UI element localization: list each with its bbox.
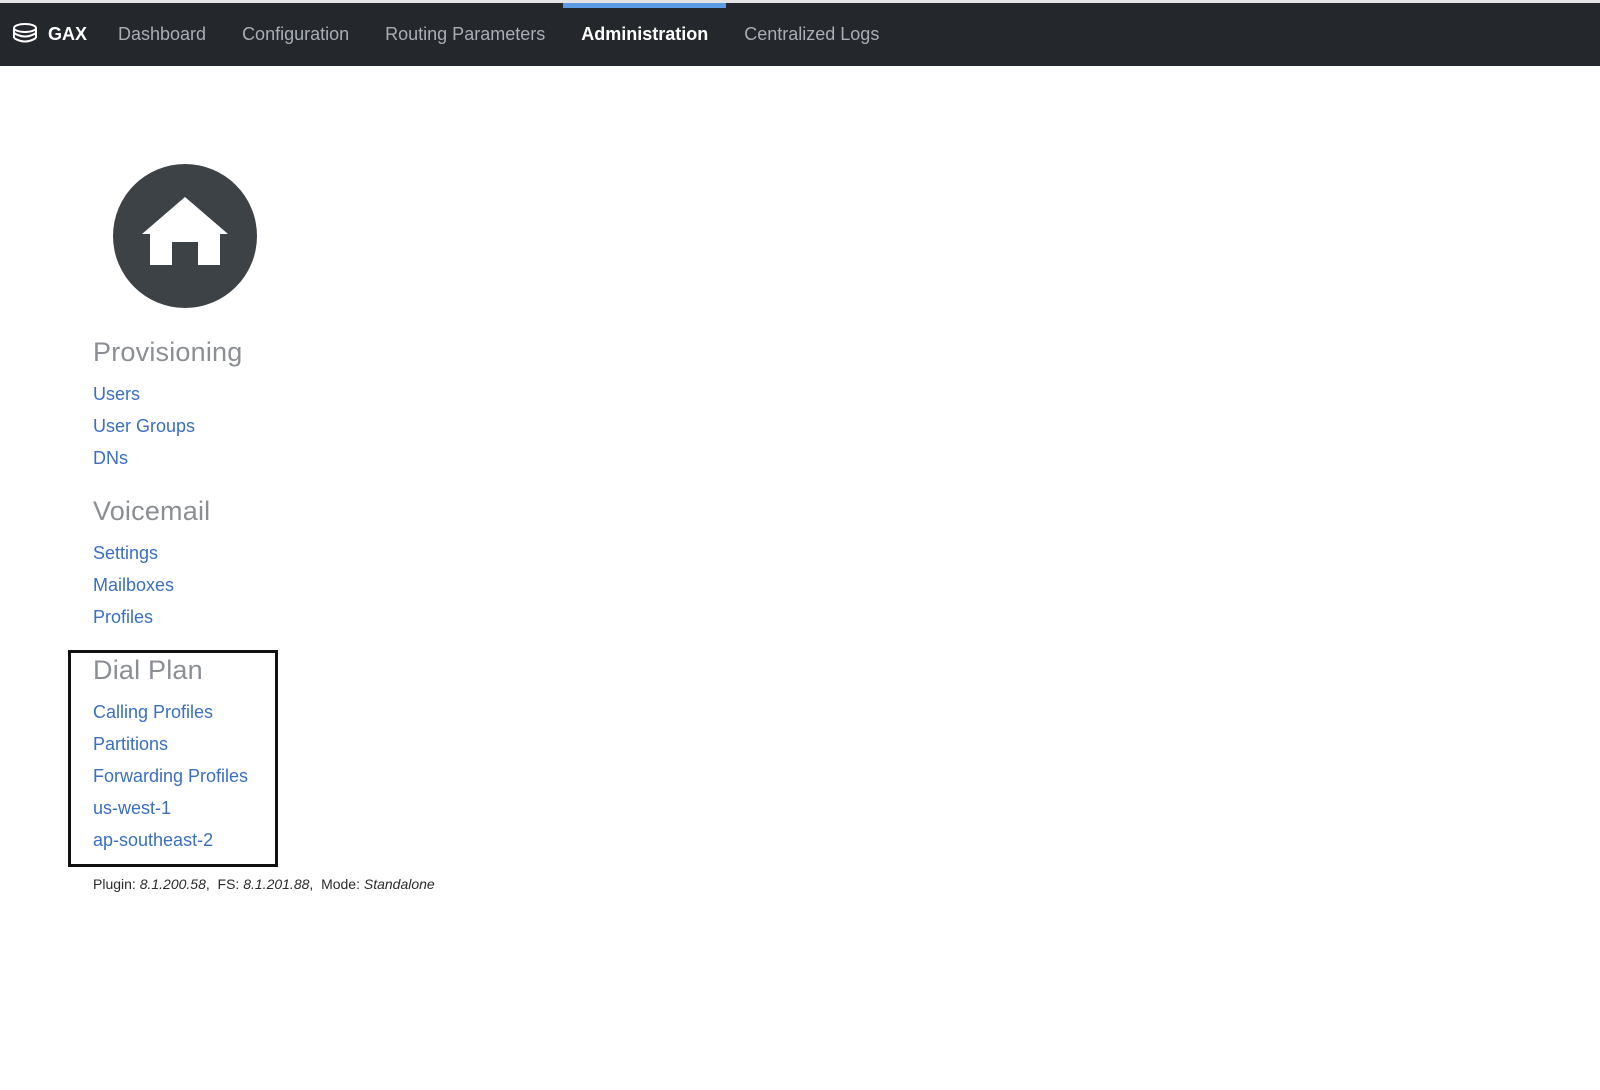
main-nav: Dashboard Configuration Routing Paramete… bbox=[100, 3, 897, 66]
brand-name: GAX bbox=[48, 24, 88, 44]
link-dns[interactable]: DNs bbox=[93, 442, 242, 474]
provisioning-title: Provisioning bbox=[93, 337, 243, 367]
nav-tab-routing-parameters[interactable]: Routing Parameters bbox=[367, 3, 563, 66]
nav-tab-administration[interactable]: Administration bbox=[563, 3, 727, 66]
provisioning-section: Provisioning Users User Groups DNs bbox=[93, 336, 242, 474]
database-icon bbox=[13, 22, 37, 42]
top-navigation-bar: GAX Dashboard Configuration Routing Para… bbox=[0, 0, 1600, 66]
link-profiles[interactable]: Profiles bbox=[93, 601, 210, 633]
link-user-groups[interactable]: User Groups bbox=[93, 410, 242, 442]
fs-label: FS: bbox=[217, 876, 240, 892]
link-settings[interactable]: Settings bbox=[93, 537, 210, 569]
home-icon bbox=[142, 197, 228, 265]
mode-value: Standalone bbox=[363, 876, 435, 892]
dial-plan-highlight-box bbox=[68, 650, 278, 867]
voicemail-title: Voicemail bbox=[93, 496, 211, 526]
fs-version: 8.1.201.88 bbox=[243, 876, 310, 892]
nav-tab-centralized-logs[interactable]: Centralized Logs bbox=[726, 3, 897, 66]
nav-tab-dashboard[interactable]: Dashboard bbox=[100, 3, 224, 66]
home-icon-circle bbox=[113, 164, 257, 308]
mode-label: Mode: bbox=[321, 876, 360, 892]
brand-logo[interactable]: GAX bbox=[12, 3, 87, 66]
nav-tab-configuration[interactable]: Configuration bbox=[224, 3, 367, 66]
plugin-version: 8.1.200.58 bbox=[139, 876, 206, 892]
link-mailboxes[interactable]: Mailboxes bbox=[93, 569, 210, 601]
voicemail-section: Voicemail Settings Mailboxes Profiles bbox=[93, 495, 210, 633]
link-users[interactable]: Users bbox=[93, 378, 242, 410]
version-footer: Plugin: 8.1.200.58, FS: 8.1.201.88, Mode… bbox=[93, 876, 435, 892]
plugin-label: Plugin: bbox=[93, 876, 136, 892]
